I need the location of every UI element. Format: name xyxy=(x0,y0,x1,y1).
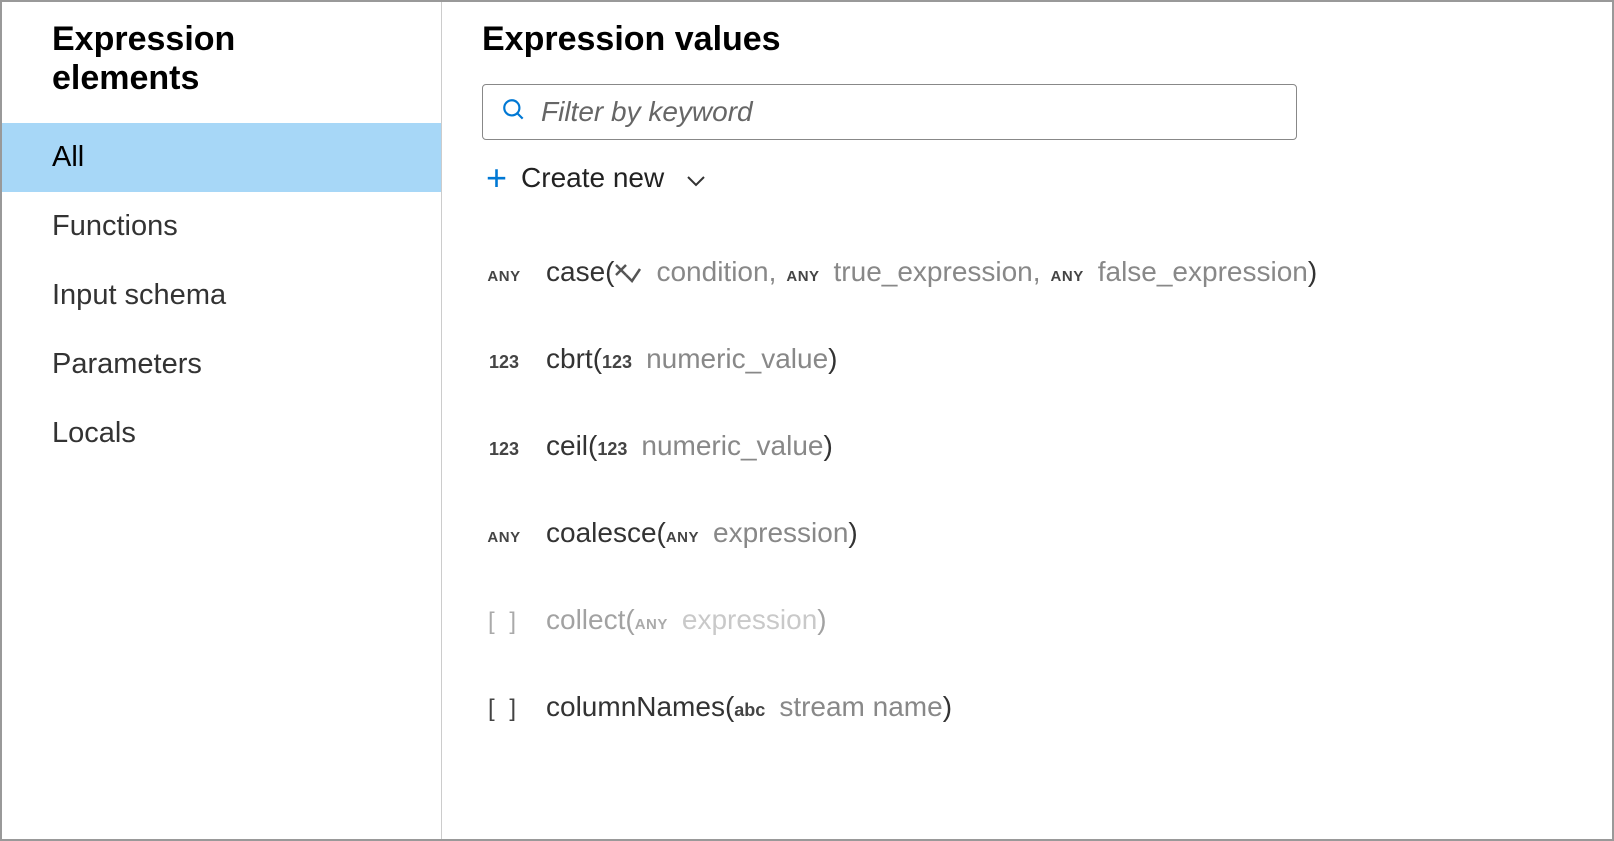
type-any-icon: ANY xyxy=(487,529,520,546)
search-icon xyxy=(501,97,527,128)
type-any-icon: ANY xyxy=(487,268,520,285)
param: condition xyxy=(614,256,768,288)
param: ANY expression xyxy=(666,517,849,549)
function-name: collect xyxy=(546,604,625,636)
function-columnNames[interactable]: [ ]columnNames(abcstream name) xyxy=(482,691,1572,723)
type-numeric-icon: 123 xyxy=(489,439,519,460)
plus-icon: + xyxy=(486,160,507,196)
param: 123 numeric_value xyxy=(597,430,823,462)
type-any-icon: ANY xyxy=(635,616,668,633)
return-type: 123 xyxy=(482,343,526,375)
return-type: ANY xyxy=(482,517,526,549)
return-type: [ ] xyxy=(482,604,526,636)
function-signature: case(condition,ANYtrue_expression,ANYfal… xyxy=(546,256,1317,288)
function-signature: columnNames(abcstream name) xyxy=(546,691,952,723)
param: ANY expression xyxy=(635,604,818,636)
param: ANY true_expression xyxy=(786,256,1032,288)
function-name: ceil xyxy=(546,430,588,462)
sidebar-item-all[interactable]: All xyxy=(2,123,441,192)
function-signature: collect(ANYexpression) xyxy=(546,604,827,636)
function-name: columnNames xyxy=(546,691,725,723)
param-name: true_expression xyxy=(834,256,1033,288)
main-panel: Expression values + Create new ANYcase(c… xyxy=(442,2,1612,839)
function-name: case xyxy=(546,256,605,288)
type-array-icon: [ ] xyxy=(488,695,520,723)
sidebar-item-parameters[interactable]: Parameters xyxy=(2,330,441,399)
main-title: Expression values xyxy=(482,20,1572,59)
type-boolean-icon xyxy=(614,261,642,283)
type-numeric-icon: 123 xyxy=(489,352,519,373)
type-numeric-icon: 123 xyxy=(602,352,632,373)
sidebar: Expression elements AllFunctionsInput sc… xyxy=(2,2,442,839)
create-new-label: Create new xyxy=(521,162,664,194)
type-any-icon: ANY xyxy=(786,268,819,285)
param: ANY false_expression xyxy=(1051,256,1308,288)
param-name: expression xyxy=(713,517,848,549)
return-type: 123 xyxy=(482,430,526,462)
search-box[interactable] xyxy=(482,84,1297,140)
param-name: numeric_value xyxy=(641,430,823,462)
function-case[interactable]: ANYcase(condition,ANYtrue_expression,ANY… xyxy=(482,256,1572,288)
sidebar-item-input-schema[interactable]: Input schema xyxy=(2,261,441,330)
function-name: coalesce xyxy=(546,517,657,549)
param-name: false_expression xyxy=(1098,256,1308,288)
function-signature: cbrt(123numeric_value) xyxy=(546,343,838,375)
param-name: stream name xyxy=(779,691,942,723)
type-string-icon: abc xyxy=(734,700,765,721)
function-cbrt[interactable]: 123cbrt(123numeric_value) xyxy=(482,343,1572,375)
function-collect: [ ]collect(ANYexpression) xyxy=(482,604,1572,636)
param: abc stream name xyxy=(734,691,942,723)
create-new-button[interactable]: + Create new xyxy=(482,160,1572,196)
chevron-down-icon xyxy=(686,162,706,194)
return-type: [ ] xyxy=(482,691,526,723)
function-coalesce[interactable]: ANYcoalesce(ANYexpression) xyxy=(482,517,1572,549)
sidebar-item-functions[interactable]: Functions xyxy=(2,192,441,261)
param-name: condition xyxy=(656,256,768,288)
search-input[interactable] xyxy=(541,96,1278,128)
param-name: expression xyxy=(682,604,817,636)
type-any-icon: ANY xyxy=(666,529,699,546)
return-type: ANY xyxy=(482,256,526,288)
param-name: numeric_value xyxy=(646,343,828,375)
sidebar-title: Expression elements xyxy=(2,20,441,123)
type-numeric-icon: 123 xyxy=(597,439,627,460)
sidebar-item-locals[interactable]: Locals xyxy=(2,399,441,468)
param: 123 numeric_value xyxy=(602,343,828,375)
function-signature: ceil(123numeric_value) xyxy=(546,430,833,462)
type-any-icon: ANY xyxy=(1051,268,1084,285)
function-signature: coalesce(ANYexpression) xyxy=(546,517,858,549)
function-name: cbrt xyxy=(546,343,593,375)
function-list: ANYcase(condition,ANYtrue_expression,ANY… xyxy=(482,256,1572,723)
type-array-icon: [ ] xyxy=(488,608,520,636)
function-ceil[interactable]: 123ceil(123numeric_value) xyxy=(482,430,1572,462)
sidebar-items: AllFunctionsInput schemaParametersLocals xyxy=(2,123,441,468)
